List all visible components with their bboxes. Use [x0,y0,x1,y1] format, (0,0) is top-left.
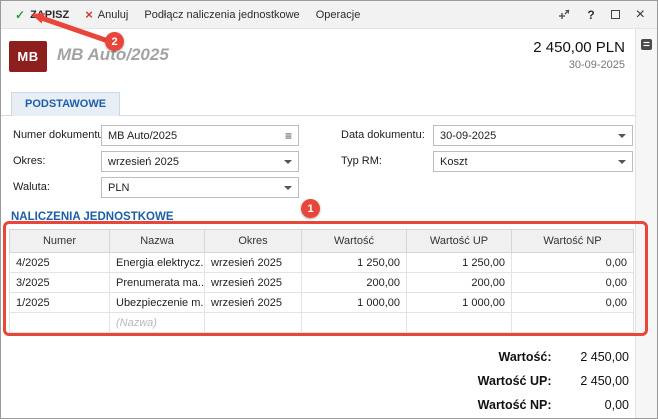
document-window: ✓ ZAPISZ × Anuluj Podłącz naliczenia jed… [0,0,658,419]
cell-okres-empty[interactable] [204,312,302,333]
cell-okres[interactable]: wrzesień 2025 [204,292,302,313]
tab-bar: PODSTAWOWE [1,91,635,116]
table-row[interactable]: 3/2025 Prenumerata ma... wrzesień 2025 2… [9,272,634,293]
column-header-wartosc-np[interactable]: Wartość NP [511,229,634,253]
section-title: NALICZENIA JEDNOSTKOWE [11,211,174,223]
total-wartosc-up-label: Wartość UP: [477,374,552,388]
document-date-label: Data dokumentu: [341,129,425,141]
total-wartosc-np-label: Wartość NP: [477,398,552,412]
cell-wartosc-up[interactable]: 1 000,00 [406,292,512,313]
table-new-row[interactable]: (Nazwa) [9,312,634,333]
currency-label: Waluta: [13,181,50,193]
annotation-badge-2: 2 [105,32,124,51]
annotation-badge-1: 1 [301,199,320,218]
document-number-input[interactable]: MB Auto/2025 ≡ [101,125,299,146]
cross-icon: × [85,7,93,22]
menu-operations-label: Operacje [315,8,361,21]
cell-wartosc-up[interactable]: 1 250,00 [406,252,512,273]
cell-wartosc-np[interactable]: 0,00 [511,292,634,313]
avatar: MB [9,41,47,72]
currency-select[interactable]: PLN [101,177,299,198]
cell-numer[interactable]: 1/2025 [9,292,110,313]
cell-wartosc[interactable]: 1 250,00 [301,252,407,273]
cell-nazwa[interactable]: Energia elektrycz... [109,252,205,273]
cell-nazwa[interactable]: Ubezpieczenie m... [109,292,205,313]
document-date: 30-09-2025 [568,59,625,71]
document-date-value: 30-09-2025 [440,129,497,142]
menu-attach-unit-charges[interactable]: Podłącz naliczenia jednostkowe [136,6,307,24]
column-header-wartosc[interactable]: Wartość [301,229,407,253]
total-wartosc-value: 2 450,00 [580,350,629,364]
side-strip [635,29,657,418]
total-wartosc-up: Wartość UP: 2 450,00 [478,369,629,393]
cell-okres[interactable]: wrzesień 2025 [204,272,302,293]
total-wartosc: Wartość: 2 450,00 [478,345,630,369]
total-wartosc-label: Wartość: [498,350,552,364]
column-header-nazwa[interactable]: Nazwa [109,229,205,253]
new-row-placeholder[interactable]: (Nazwa) [109,312,205,333]
period-select[interactable]: wrzesień 2025 [101,151,299,172]
totals-block: Wartość: 2 450,00 Wartość UP: 2 450,00 W… [478,345,629,417]
chevron-down-icon [284,159,292,164]
column-header-wartosc-up[interactable]: Wartość UP [406,229,512,253]
rm-type-select[interactable]: Koszt [433,151,633,172]
table-row[interactable]: 4/2025 Energia elektrycz... wrzesień 202… [9,252,634,273]
column-header-numer[interactable]: Numer [9,229,110,253]
cell-wartosc-np-empty[interactable] [511,312,634,333]
total-wartosc-np: Wartość NP: 0,00 [478,393,629,417]
chevron-down-icon [618,133,626,138]
rm-type-label: Typ RM: [341,155,382,167]
close-icon[interactable]: × [636,6,645,23]
cell-wartosc-up[interactable]: 200,00 [406,272,512,293]
table-header-row: Numer Nazwa Okres Wartość Wartość UP War… [9,229,634,253]
cell-wartosc-empty[interactable] [301,312,407,333]
chevron-down-icon [284,185,292,190]
total-wartosc-np-value: 0,00 [604,398,629,412]
unit-charges-table: Numer Nazwa Okres Wartość Wartość UP War… [9,229,634,333]
cell-wartosc-np[interactable]: 0,00 [511,272,634,293]
unit-charges-table-wrap: Numer Nazwa Okres Wartość Wartość UP War… [9,229,634,333]
number-scheme-icon[interactable]: ≡ [285,130,292,142]
cell-wartosc[interactable]: 200,00 [301,272,407,293]
cell-okres[interactable]: wrzesień 2025 [204,252,302,273]
document-number-value: MB Auto/2025 [108,129,178,142]
document-amount: 2 450,00 PLN [533,39,625,56]
notes-icon[interactable] [640,38,653,418]
toolbar: ✓ ZAPISZ × Anuluj Podłącz naliczenia jed… [1,1,657,29]
check-icon: ✓ [15,7,26,22]
column-header-okres[interactable]: Okres [204,229,302,253]
save-button-label: ZAPISZ [30,8,70,21]
cell-nazwa[interactable]: Prenumerata ma... [109,272,205,293]
maximize-icon[interactable] [610,10,620,19]
menu-attach-label: Podłącz naliczenia jednostkowe [144,8,300,21]
help-icon[interactable]: ? [587,8,594,22]
document-date-select[interactable]: 30-09-2025 [433,125,633,146]
total-wartosc-up-value: 2 450,00 [580,374,629,388]
cell-numer[interactable]: 4/2025 [9,252,110,273]
cancel-button[interactable]: × Anuluj [77,5,136,24]
save-button[interactable]: ✓ ZAPISZ [7,5,77,25]
window-controls: ? × [557,6,651,23]
chevron-down-icon [618,159,626,164]
cell-numer[interactable]: 3/2025 [9,272,110,293]
period-value: wrzesień 2025 [108,155,179,168]
pin-add-icon[interactable] [557,8,571,22]
menu-operations[interactable]: Operacje [308,6,369,24]
currency-value: PLN [108,181,130,194]
tab-podstawowe[interactable]: PODSTAWOWE [11,92,121,116]
cell-wartosc[interactable]: 1 000,00 [301,292,407,313]
cell-numer-empty[interactable] [9,312,110,333]
cancel-button-label: Anuluj [97,8,129,21]
cell-wartosc-up-empty[interactable] [406,312,512,333]
cell-wartosc-np[interactable]: 0,00 [511,252,634,273]
table-row[interactable]: 1/2025 Ubezpieczenie m... wrzesień 2025 … [9,292,634,313]
document-number-label: Numer dokumentu: [13,129,107,141]
period-label: Okres: [13,155,46,167]
rm-type-value: Koszt [440,155,468,168]
